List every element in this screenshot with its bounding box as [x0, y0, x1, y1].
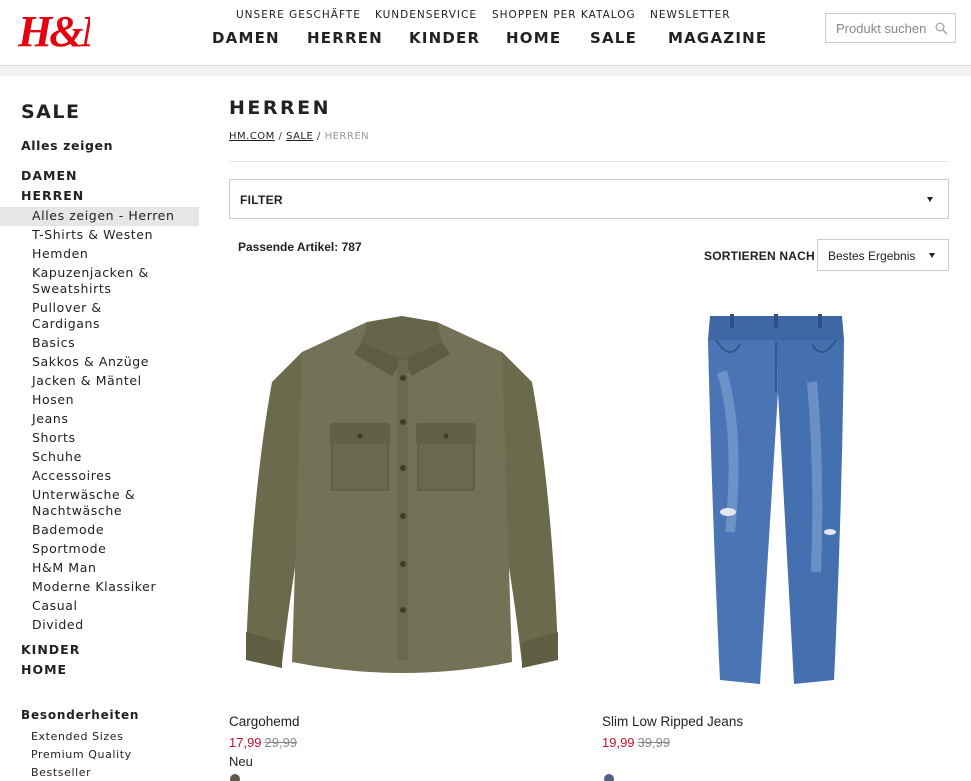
caret-down-icon — [927, 197, 933, 202]
breadcrumb-separator: / — [317, 131, 321, 142]
sidebar-category-home[interactable]: HOME — [21, 662, 67, 677]
sidebar-category-kinder[interactable]: KINDER — [21, 642, 80, 657]
nav-kinder[interactable]: KINDER — [409, 29, 480, 47]
color-swatch[interactable] — [604, 774, 614, 781]
sidebar-special-bestseller[interactable]: Bestseller — [31, 766, 91, 779]
nav-magazine[interactable]: MAGAZINE — [668, 29, 767, 47]
breadcrumb-home[interactable]: HM.COM — [229, 131, 275, 142]
top-link-customer-service[interactable]: KUNDENSERVICE — [375, 9, 477, 21]
sidebar-title: SALE — [21, 101, 81, 123]
sidebar-item-jacken[interactable]: Jacken & Mäntel — [32, 373, 142, 389]
product-name[interactable]: Slim Low Ripped Jeans — [602, 714, 743, 729]
sidebar-item-casual[interactable]: Casual — [32, 598, 78, 614]
sidebar-category-herren[interactable]: HERREN — [21, 188, 84, 203]
nav-home[interactable]: HOME — [506, 29, 561, 47]
sidebar-item-sweatshirts[interactable]: Sweatshirts — [32, 281, 111, 297]
sidebar-item-hemden[interactable]: Hemden — [32, 246, 88, 262]
sort-label: SORTIEREN NACH — [704, 249, 815, 263]
caret-down-icon — [929, 253, 935, 258]
sidebar-item-accessoires[interactable]: Accessoires — [32, 468, 112, 484]
breadcrumb: HM.COM / SALE / HERREN — [229, 131, 369, 142]
sidebar-item-pullover[interactable]: Pullover & — [32, 300, 102, 316]
sort-select[interactable]: Bestes Ergebnis — [817, 239, 949, 271]
product-price: 17,99 29,99 — [229, 735, 297, 750]
sidebar-item-sportmode[interactable]: Sportmode — [32, 541, 106, 557]
sidebar-special-extended-sizes[interactable]: Extended Sizes — [31, 730, 123, 743]
new-badge: Neu — [229, 754, 253, 769]
sidebar-item-moderne-klassiker[interactable]: Moderne Klassiker — [32, 579, 156, 595]
sidebar-item-cardigans[interactable]: Cardigans — [32, 316, 100, 332]
product-image-shirt[interactable] — [242, 312, 562, 684]
sidebar-item-tshirts[interactable]: T-Shirts & Westen — [32, 227, 153, 243]
sidebar-item-schuhe[interactable]: Schuhe — [32, 449, 82, 465]
product-image-jeans[interactable] — [700, 312, 852, 684]
sidebar-item-alles-zeigen-herren[interactable]: Alles zeigen - Herren — [0, 207, 199, 226]
sidebar-item-shorts[interactable]: Shorts — [32, 430, 76, 446]
search-input[interactable] — [826, 14, 930, 42]
sale-price: 17,99 — [229, 735, 262, 750]
sidebar-category-damen[interactable]: DAMEN — [21, 168, 78, 183]
sidebar-item-nachtwaesche[interactable]: Nachtwäsche — [32, 503, 122, 519]
top-link-newsletter[interactable]: NEWSLETTER — [650, 9, 731, 21]
sidebar-item-jeans[interactable]: Jeans — [32, 411, 68, 427]
result-count: Passende Artikel: 787 — [238, 240, 362, 254]
sidebar-item-divided[interactable]: Divided — [32, 617, 84, 633]
sidebar-item-kapuzenjacken[interactable]: Kapuzenjacken & — [32, 265, 149, 281]
sidebar-show-all[interactable]: Alles zeigen — [21, 138, 113, 153]
sidebar-specials-title: Besonderheiten — [21, 708, 140, 722]
product-price: 19,99 39,99 — [602, 735, 670, 750]
page-title: HERREN — [229, 97, 332, 119]
sidebar-item-hosen[interactable]: Hosen — [32, 392, 74, 408]
sidebar-item-basics[interactable]: Basics — [32, 335, 75, 351]
filter-label: FILTER — [240, 193, 283, 207]
divider — [229, 161, 949, 162]
nav-damen[interactable]: DAMEN — [212, 29, 280, 47]
site-header: H&M UNSERE GESCHÄFTE KUNDENSERVICE SHOPP… — [0, 0, 971, 66]
search-box — [825, 13, 956, 43]
hm-logo[interactable]: H&M — [16, 6, 90, 54]
search-icon[interactable] — [935, 22, 948, 35]
sale-price: 19,99 — [602, 735, 635, 750]
sidebar-item-hm-man[interactable]: H&M Man — [32, 560, 96, 576]
filter-toggle[interactable]: FILTER — [229, 179, 949, 219]
header-shadow-bar — [0, 66, 971, 76]
original-price: 39,99 — [637, 735, 671, 750]
top-link-stores[interactable]: UNSERE GESCHÄFTE — [236, 9, 361, 21]
hm-logo-text: H&M — [17, 7, 90, 54]
top-link-catalog[interactable]: SHOPPEN PER KATALOG — [492, 9, 636, 21]
breadcrumb-separator: / — [278, 131, 283, 142]
sidebar-item-unterwaesche[interactable]: Unterwäsche & — [32, 487, 135, 503]
breadcrumb-sale[interactable]: SALE — [286, 131, 313, 142]
sidebar-special-premium-quality[interactable]: Premium Quality — [31, 748, 132, 761]
breadcrumb-current: HERREN — [324, 131, 370, 142]
sidebar-item-bademode[interactable]: Bademode — [32, 522, 104, 538]
sort-value: Bestes Ergebnis — [828, 249, 916, 263]
original-price: 29,99 — [264, 735, 298, 750]
nav-herren[interactable]: HERREN — [307, 29, 383, 47]
sidebar-item-sakkos[interactable]: Sakkos & Anzüge — [32, 354, 149, 370]
nav-sale[interactable]: SALE — [590, 29, 637, 47]
color-swatch[interactable] — [230, 774, 240, 781]
product-name[interactable]: Cargohemd — [229, 714, 300, 729]
